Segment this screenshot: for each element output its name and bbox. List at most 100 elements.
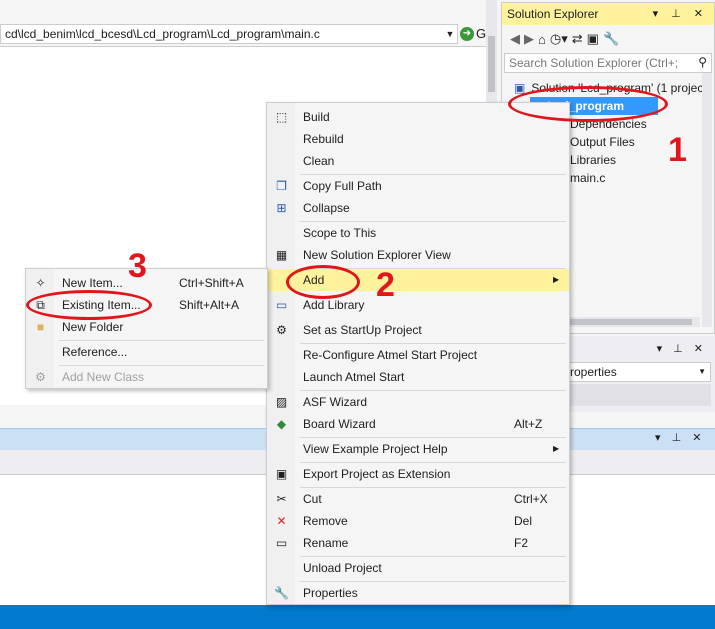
remove-icon: ✕ — [276, 514, 287, 528]
menu-shortcut: Alt+Z — [514, 417, 543, 431]
menu-label: Export Project as Extension — [303, 467, 451, 481]
menu-label: View Example Project Help — [303, 442, 448, 456]
menu-item-copy-full-path[interactable]: ❐ Copy Full Path — [267, 175, 569, 197]
solution-explorer-toolbar: ◀ ▶ ⌂ ◷▾ ⇄ ▣ 🔧 — [502, 25, 714, 53]
new-view-icon: ▦ — [275, 248, 288, 262]
menu-label: Add New Class — [62, 370, 145, 384]
menu-label: Unload Project — [303, 561, 382, 575]
menu-label: Properties — [303, 586, 358, 600]
annotation-step-3: 3 — [128, 247, 147, 285]
history-icon[interactable]: ◷▾ — [550, 31, 568, 47]
scrollbar-thumb[interactable] — [488, 36, 495, 92]
menu-label: Re-Configure Atmel Start Project — [303, 348, 478, 362]
search-icon[interactable]: ⚲ — [698, 55, 707, 69]
menu-shortcut: Ctrl+X — [514, 492, 548, 506]
tree-label: Libraries — [570, 153, 617, 167]
menu-item-rebuild[interactable]: Rebuild — [267, 128, 569, 150]
menu-label: Clean — [303, 154, 335, 168]
tree-item-main-c[interactable]: cmain.c — [550, 169, 715, 187]
tree-item-libraries[interactable]: ■Libraries — [550, 151, 715, 169]
menu-shortcut: Del — [514, 514, 533, 528]
menu-item-asf-wizard[interactable]: ▨ ASF Wizard — [267, 391, 569, 413]
back-icon[interactable]: ◀ — [510, 31, 520, 47]
chevron-down-icon[interactable]: ▼ — [443, 25, 457, 43]
menu-item-properties[interactable]: 🔧 Properties — [267, 582, 569, 604]
menu-item-cut[interactable]: ✂ Cut Ctrl+X — [267, 488, 569, 510]
menu-item-new-folder[interactable]: ■ New Folder — [26, 316, 267, 338]
menu-shortcut: F2 — [514, 536, 529, 550]
menu-item-launch-atmel-start[interactable]: Launch Atmel Start — [267, 366, 569, 388]
gear-icon: ⚙ — [276, 323, 287, 337]
menu-item-new-solution-explorer-view[interactable]: ▦ New Solution Explorer View — [267, 244, 569, 266]
wrench-icon[interactable]: 🔧 — [603, 31, 619, 47]
file-path-text: cd\lcd_benim\lcd_bcesd\Lcd_program\Lcd_p… — [5, 27, 320, 41]
menu-item-view-example-project-help[interactable]: View Example Project Help ▶ — [267, 438, 569, 460]
go-arrow-icon: ➜ — [460, 27, 474, 41]
menu-item-board-wizard[interactable]: ◆ Board Wizard Alt+Z — [267, 413, 569, 435]
asf-icon: ▨ — [275, 395, 288, 409]
new-folder-icon: ■ — [36, 320, 45, 334]
forward-icon[interactable]: ▶ — [524, 31, 534, 47]
menu-item-remove[interactable]: ✕ Remove Del — [267, 510, 569, 532]
menu-label: Scope to This — [303, 226, 377, 240]
rename-icon: ▭ — [275, 536, 288, 550]
menu-label: Set as StartUp Project — [303, 323, 422, 337]
menu-shortcut: Ctrl+Shift+A — [179, 276, 244, 290]
project-context-menu: ⬚ Build Rebuild Clean ❐ Copy Full Path ⊞ Co… — [266, 102, 570, 605]
menu-label: Cut — [303, 492, 322, 506]
annotation-step-2: 2 — [376, 266, 395, 304]
annotation-step-1: 1 — [668, 131, 687, 169]
export-icon: ▣ — [275, 467, 288, 481]
menu-item-clean[interactable]: Clean — [267, 150, 569, 172]
submenu-arrow-icon: ▶ — [553, 444, 560, 453]
tree-label: Output Files — [570, 135, 635, 149]
menu-item-unload-project[interactable]: Unload Project — [267, 557, 569, 579]
menu-item-reconfigure-atmel-start[interactable]: Re-Configure Atmel Start Project — [267, 344, 569, 366]
build-icon: ⬚ — [275, 110, 288, 124]
menu-label: Board Wizard — [303, 417, 376, 431]
menu-shortcut: Shift+Alt+A — [179, 298, 240, 312]
annotation-ellipse-add — [286, 265, 360, 299]
class-icon: ⚙ — [35, 370, 46, 384]
menu-item-set-startup-project[interactable]: ⚙ Set as StartUp Project — [267, 319, 569, 341]
panel-title: Solution Explorer — [507, 7, 599, 21]
solution-explorer-title: Solution Explorer ▾ ⊥ ✕ — [502, 3, 714, 25]
panel-window-controls[interactable]: ▾ ⊥ ✕ — [653, 3, 708, 25]
wrench-icon: 🔧 — [274, 586, 289, 600]
tree-item-output-files[interactable]: ■Output Files — [550, 133, 715, 151]
annotation-ellipse-existing-item — [26, 290, 152, 320]
menu-label: Copy Full Path — [303, 179, 382, 193]
menu-item-collapse[interactable]: ⊞ Collapse — [267, 197, 569, 219]
sync-icon[interactable]: ⇄ — [572, 31, 583, 47]
add-submenu: ✧ New Item... Ctrl+Shift+A ⧉ Existing Item.… — [25, 268, 268, 389]
copy-icon: ❐ — [276, 179, 287, 193]
menu-label: Remove — [303, 514, 348, 528]
menu-label: Build — [303, 110, 330, 124]
menu-item-add-new-class: ⚙ Add New Class — [26, 366, 267, 388]
panel-window-controls[interactable]: ▾ ⊥ ✕ — [655, 431, 705, 444]
search-placeholder: Search Solution Explorer (Ctrl+; — [509, 56, 679, 70]
menu-label: New Solution Explorer View — [303, 248, 451, 262]
menu-label: Rebuild — [303, 132, 344, 146]
annotation-ellipse-project — [508, 86, 668, 122]
menu-label: Rename — [303, 536, 349, 550]
status-bar — [0, 605, 715, 629]
tree-label: main.c — [570, 171, 606, 185]
menu-item-scope-to-this[interactable]: Scope to This — [267, 222, 569, 244]
solution-explorer-scrollbar[interactable] — [702, 73, 712, 327]
menu-label: ASF Wizard — [303, 395, 368, 409]
menu-label: Reference... — [62, 345, 128, 359]
cut-icon: ✂ — [276, 492, 287, 506]
collapse-icon: ⊞ — [276, 201, 287, 215]
menu-item-reference[interactable]: Reference... — [26, 341, 267, 363]
new-item-icon: ✧ — [35, 276, 46, 290]
submenu-arrow-icon: ▶ — [553, 275, 560, 284]
file-path-combobox[interactable]: cd\lcd_benim\lcd_bcesd\Lcd_program\Lcd_p… — [0, 24, 458, 44]
collapse-all-icon[interactable]: ▣ — [587, 31, 599, 47]
panel-window-controls[interactable]: ▾ ⊥ ✕ — [657, 342, 707, 355]
board-icon: ◆ — [276, 417, 287, 431]
solution-explorer-search[interactable]: Search Solution Explorer (Ctrl+; ⚲ — [504, 53, 712, 73]
menu-item-export-project-extension[interactable]: ▣ Export Project as Extension — [267, 463, 569, 485]
menu-item-rename[interactable]: ▭ Rename F2 — [267, 532, 569, 554]
home-icon[interactable]: ⌂ — [538, 32, 546, 47]
